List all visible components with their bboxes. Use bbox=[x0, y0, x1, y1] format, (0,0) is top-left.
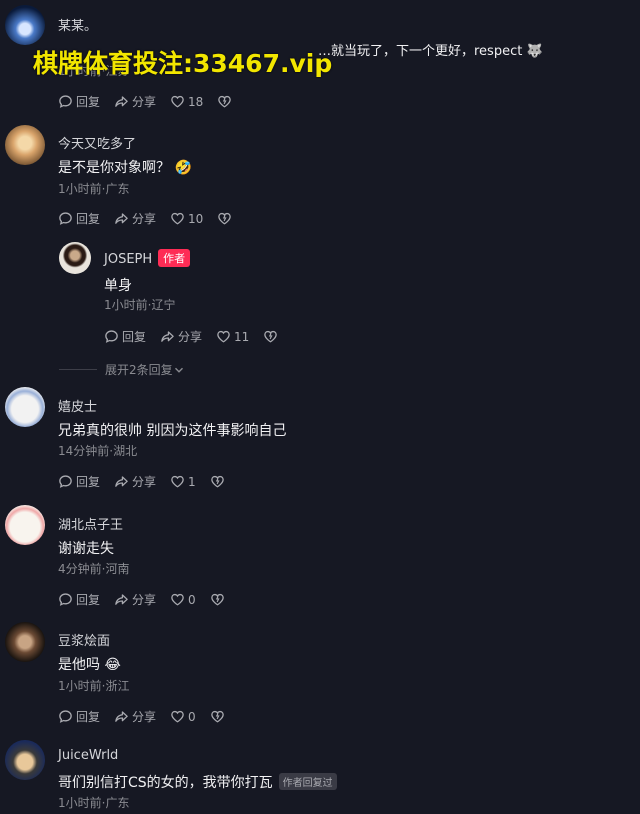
reply-button[interactable]: 回复 bbox=[58, 93, 100, 110]
comment-meta: 1小时前·广东 bbox=[58, 796, 130, 810]
dislike-icon bbox=[210, 474, 225, 489]
share-button[interactable]: 分享 bbox=[114, 708, 156, 725]
heart-icon bbox=[170, 94, 185, 109]
reply-icon bbox=[58, 474, 73, 489]
dislike-button[interactable] bbox=[217, 211, 235, 226]
username[interactable]: 豆浆烩面 bbox=[58, 630, 110, 649]
comment-item: 豆浆烩面 是他吗 😂 1小时前·浙江 回复 分享 0 bbox=[0, 617, 640, 735]
comment-item: 今天又吃多了 是不是你对象啊？ 🤣 1小时前·广东 回复 分享 10 bbox=[0, 118, 640, 236]
share-button[interactable]: 分享 bbox=[160, 328, 202, 345]
share-button[interactable]: 分享 bbox=[114, 591, 156, 608]
dislike-button[interactable] bbox=[210, 474, 228, 489]
dislike-icon bbox=[217, 94, 232, 109]
share-button[interactable]: 分享 bbox=[114, 93, 156, 110]
like-button[interactable]: 18 bbox=[170, 94, 203, 109]
reply-icon bbox=[104, 329, 119, 344]
reply-button[interactable]: 回复 bbox=[104, 328, 146, 345]
avatar[interactable] bbox=[5, 622, 45, 662]
divider bbox=[59, 369, 97, 370]
heart-icon bbox=[170, 211, 185, 226]
reply-button[interactable]: 回复 bbox=[58, 591, 100, 608]
comment-actions: 回复 分享 1 bbox=[58, 473, 228, 490]
heart-icon bbox=[170, 709, 185, 724]
comment-text: …就当玩了，下一个更好，respect 🐺 bbox=[318, 44, 543, 59]
author-badge: 作者 bbox=[158, 249, 191, 267]
like-button[interactable]: 1 bbox=[170, 474, 196, 489]
comment-actions: 回复 分享 0 bbox=[58, 591, 228, 608]
avatar[interactable] bbox=[5, 387, 45, 427]
reply-button[interactable]: 回复 bbox=[58, 708, 100, 725]
like-button[interactable]: 0 bbox=[170, 592, 196, 607]
comment-actions: 回复 分享 10 bbox=[58, 210, 235, 227]
comment-item: 湖北点子王 谢谢走失 4分钟前·河南 回复 分享 0 bbox=[0, 500, 640, 618]
avatar[interactable] bbox=[5, 505, 45, 545]
author-replied-badge: 作者回复过 bbox=[278, 773, 337, 790]
dislike-button[interactable] bbox=[263, 329, 281, 344]
avatar[interactable] bbox=[59, 242, 91, 274]
comment-text: 是不是你对象啊？ 🤣 bbox=[58, 160, 192, 176]
comment-actions: 回复 分享 18 bbox=[58, 93, 235, 110]
username[interactable]: 嬉皮士 bbox=[58, 396, 97, 415]
reply-icon bbox=[58, 592, 73, 607]
comment-text: 哥们别信打CS的女的，我带你打瓦 作者回复过 bbox=[58, 772, 337, 792]
username[interactable]: 某某。 bbox=[58, 15, 97, 34]
share-icon bbox=[160, 329, 175, 344]
share-icon bbox=[114, 592, 129, 607]
dislike-icon bbox=[263, 329, 278, 344]
heart-icon bbox=[216, 329, 231, 344]
username[interactable]: JuiceWrld bbox=[58, 748, 118, 763]
avatar[interactable] bbox=[5, 5, 45, 45]
comment-text: 兄弟真的很帅 别因为这件事影响自己 bbox=[58, 423, 287, 439]
dislike-button[interactable] bbox=[210, 592, 228, 607]
avatar[interactable] bbox=[5, 125, 45, 165]
heart-icon bbox=[170, 592, 185, 607]
comment-actions: 回复 分享 0 bbox=[58, 708, 228, 725]
comment-item: 嬉皮士 兄弟真的很帅 别因为这件事影响自己 14分钟前·湖北 回复 分享 1 bbox=[0, 382, 640, 500]
comment-meta: 1小时前·广东 bbox=[58, 182, 130, 196]
comment-meta: 4分钟前·河南 bbox=[58, 562, 130, 576]
comment-item: JuiceWrld 哥们别信打CS的女的，我带你打瓦 作者回复过 1小时前·广东 bbox=[0, 735, 640, 814]
dislike-icon bbox=[217, 211, 232, 226]
comment-text: 单身 bbox=[104, 278, 132, 294]
dislike-button[interactable] bbox=[217, 94, 235, 109]
heart-icon bbox=[170, 474, 185, 489]
comment-meta: 1小时前·浙江 bbox=[58, 679, 130, 693]
username[interactable]: 湖北点子王 bbox=[58, 514, 123, 533]
dislike-icon bbox=[210, 592, 225, 607]
comment-text: 是他吗 😂 bbox=[58, 657, 121, 673]
like-button[interactable]: 10 bbox=[170, 211, 203, 226]
dislike-button[interactable] bbox=[210, 709, 228, 724]
comment-meta: 14分钟前·湖北 bbox=[58, 444, 138, 458]
comment-actions: 回复 分享 11 bbox=[104, 328, 281, 345]
reply-icon bbox=[58, 211, 73, 226]
reply-icon bbox=[58, 94, 73, 109]
watermark-overlay: 棋牌体育投注:33467.vip bbox=[33, 49, 333, 78]
comment-text: 谢谢走失 bbox=[58, 541, 114, 557]
avatar[interactable] bbox=[5, 740, 45, 780]
username[interactable]: JOSEPH 作者 bbox=[104, 249, 191, 267]
dislike-icon bbox=[210, 709, 225, 724]
reply-button[interactable]: 回复 bbox=[58, 473, 100, 490]
share-icon bbox=[114, 709, 129, 724]
reply-item: JOSEPH 作者 单身 1小时前·辽宁 回复 分享 11 bbox=[0, 236, 640, 356]
share-icon bbox=[114, 211, 129, 226]
like-button[interactable]: 11 bbox=[216, 329, 249, 344]
share-icon bbox=[114, 94, 129, 109]
like-button[interactable]: 0 bbox=[170, 709, 196, 724]
chevron-down-icon bbox=[173, 364, 185, 376]
reply-button[interactable]: 回复 bbox=[58, 210, 100, 227]
reply-icon bbox=[58, 709, 73, 724]
share-button[interactable]: 分享 bbox=[114, 473, 156, 490]
expand-replies-button[interactable]: 展开2条回复 bbox=[59, 361, 185, 378]
comment-meta: 1小时前·辽宁 bbox=[104, 298, 176, 312]
share-icon bbox=[114, 474, 129, 489]
share-button[interactable]: 分享 bbox=[114, 210, 156, 227]
username[interactable]: 今天又吃多了 bbox=[58, 133, 136, 152]
